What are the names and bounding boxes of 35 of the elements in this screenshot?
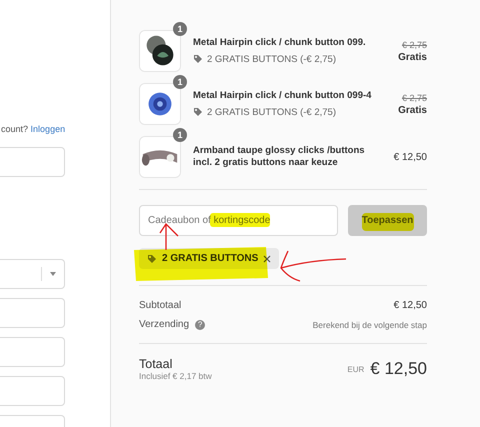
account-prompt: count? [1,124,28,134]
product-name: Armband taupe glossy clicks /buttons incl. 2 gratis buttons naar keuze [193,144,366,170]
summary-value: Berekend bij de volgende stap [312,320,427,330]
quantity-badge: 1 [173,75,187,89]
product-name: Metal Hairpin click / chunk button 099. [193,37,367,50]
input-field[interactable] [0,337,65,367]
summary-label: Verzending [139,319,190,330]
caret-icon [50,272,56,276]
original-price: € 2,75 [402,92,427,102]
product-price: Gratis [398,52,427,62]
tag-icon [193,107,203,118]
highlight-mark [210,213,270,227]
tag-icon [193,54,203,64]
input-field[interactable] [0,147,65,177]
summary-value: € 12,50 [394,300,427,311]
product-price: € 12,50 [394,152,427,162]
discount-label: 2 GRATIS BUTTONS (-€ 2,75) [207,54,336,65]
summary-label: Subtotaal [139,300,182,311]
quantity-badge: 1 [173,128,187,142]
original-price: € 2,75 [402,40,427,50]
arrow-drawing [159,222,179,251]
total-amount: € 12,50 [370,359,427,379]
input-field[interactable] [0,376,65,406]
input-field[interactable] [0,298,65,328]
product-price: Gratis [398,104,427,116]
help-icon[interactable]: ? [195,320,206,330]
tax-note: Inclusief € 2,17 btw [139,371,212,381]
login-link[interactable]: Inloggen [30,124,66,134]
product-name: Metal Hairpin click / chunk button 099-4 [193,90,372,103]
currency-label: EUR [347,364,364,374]
arrow-drawing [280,250,347,282]
total-label: Totaal [139,357,174,371]
discount-label: 2 GRATIS BUTTONS (-€ 2,75) [207,106,336,118]
select-field[interactable] [0,259,65,289]
quantity-badge: 1 [173,22,187,36]
